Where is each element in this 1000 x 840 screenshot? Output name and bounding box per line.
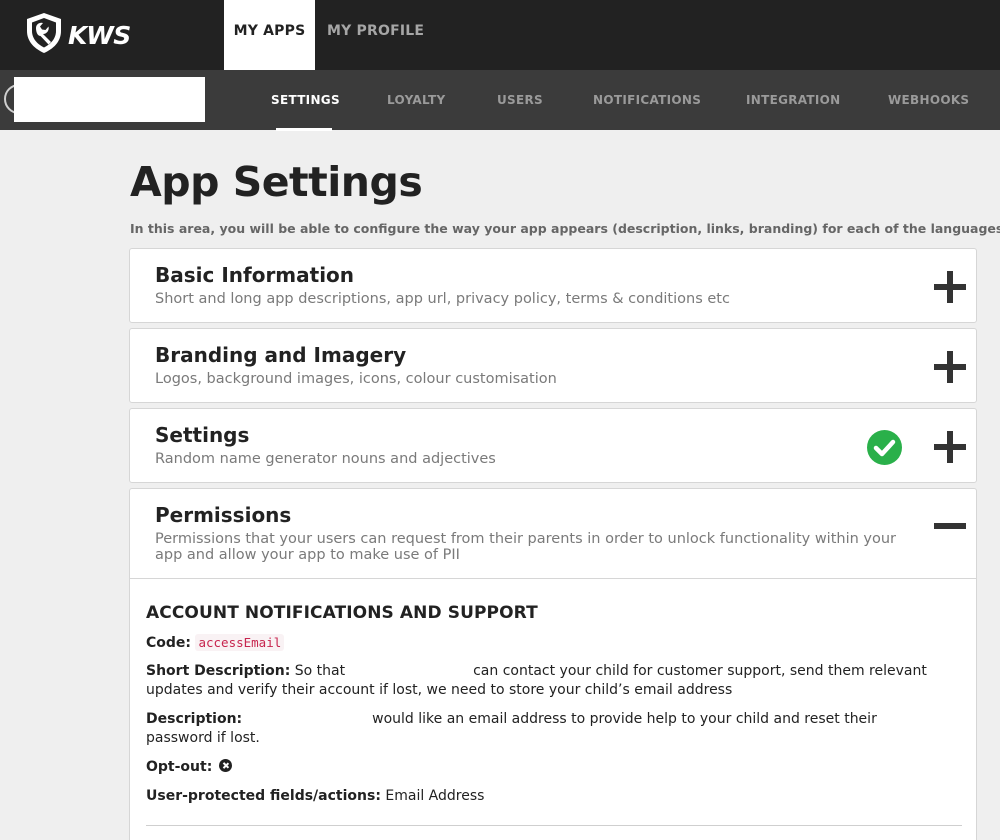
panel-title: Settings [155, 423, 250, 447]
panel-divider [130, 578, 976, 579]
close-circle-icon [218, 759, 232, 772]
short-description-text-line-2: updates and verify their account if lost… [146, 682, 733, 698]
page-title: App Settings [130, 158, 423, 206]
panel-branding-imagery[interactable]: Branding and Imagery Logos, background i… [129, 328, 977, 403]
protected-fields-value: Email Address [385, 788, 485, 804]
panel-subtitle: Logos, background images, icons, colour … [155, 371, 557, 387]
panel-subtitle-line-1: Permissions that your users can request … [155, 531, 897, 547]
panel-title: Permissions [155, 503, 292, 527]
tab-webhooks[interactable]: WEBHOOKS [888, 70, 969, 130]
panel-subtitle-line-2: app and allow your app to make use of PI… [155, 547, 460, 563]
panel-title: Basic Information [155, 263, 355, 287]
collapse-minus-icon[interactable] [934, 523, 966, 529]
nav-my-profile[interactable]: MY PROFILE [327, 0, 424, 70]
panel-subtitle: Random name generator nouns and adjectiv… [155, 451, 496, 467]
brand-logo[interactable]: KWS [24, 12, 134, 56]
permission-protected-fields: User-protected fields/actions: Email Add… [146, 787, 956, 806]
check-circle-icon [867, 430, 902, 465]
tab-notifications[interactable]: NOTIFICATIONS [593, 70, 701, 130]
expand-plus-icon[interactable] [934, 271, 966, 303]
panel-settings[interactable]: Settings Random name generator nouns and… [129, 408, 977, 483]
tab-integration[interactable]: INTEGRATION [746, 70, 841, 130]
permission-opt-out: Opt-out: [146, 758, 956, 777]
protected-fields-label: User-protected fields/actions: [146, 788, 381, 804]
short-description-text-start: So that [294, 663, 346, 679]
panel-subtitle: Short and long app descriptions, app url… [155, 291, 730, 307]
panel-permissions: Permissions Permissions that your users … [129, 488, 977, 840]
permission-code: Code: accessEmail [146, 633, 956, 653]
section-divider [146, 825, 962, 826]
permission-short-description: Short Description: So that can contact yo… [146, 662, 956, 700]
active-tab-indicator [276, 128, 332, 131]
nav-my-apps[interactable]: MY APPS [224, 0, 315, 70]
page-intro: In this area, you will be able to config… [130, 221, 1000, 236]
top-bar: KWS MY APPS MY PROFILE [0, 0, 1000, 70]
description-label: Description: [146, 711, 243, 727]
permission-heading: ACCOUNT NOTIFICATIONS AND SUPPORT [146, 603, 538, 623]
app-name-redacted [14, 77, 205, 122]
short-description-label: Short Description: [146, 663, 291, 679]
tab-users[interactable]: USERS [497, 70, 543, 130]
description-text-line-2: password if lost. [146, 730, 260, 746]
shield-wrench-icon [27, 13, 61, 53]
brand-name: KWS [68, 21, 131, 50]
panel-title: Branding and Imagery [155, 343, 407, 367]
short-description-text-end: can contact your child for customer supp… [473, 663, 927, 679]
tab-loyalty[interactable]: LOYALTY [387, 70, 445, 130]
expand-plus-icon[interactable] [934, 431, 966, 463]
code-label: Code: [146, 635, 192, 651]
app-sub-nav: SETTINGS LOYALTY USERS NOTIFICATIONS INT… [0, 70, 1000, 130]
opt-out-label: Opt-out: [146, 759, 213, 775]
permission-description: Description: would like an email address … [146, 710, 956, 748]
tab-settings[interactable]: SETTINGS [271, 70, 340, 130]
expand-plus-icon[interactable] [934, 351, 966, 383]
code-value: accessEmail [195, 634, 285, 651]
description-text: would like an email address to provide h… [372, 711, 877, 727]
panel-basic-information[interactable]: Basic Information Short and long app des… [129, 248, 977, 323]
